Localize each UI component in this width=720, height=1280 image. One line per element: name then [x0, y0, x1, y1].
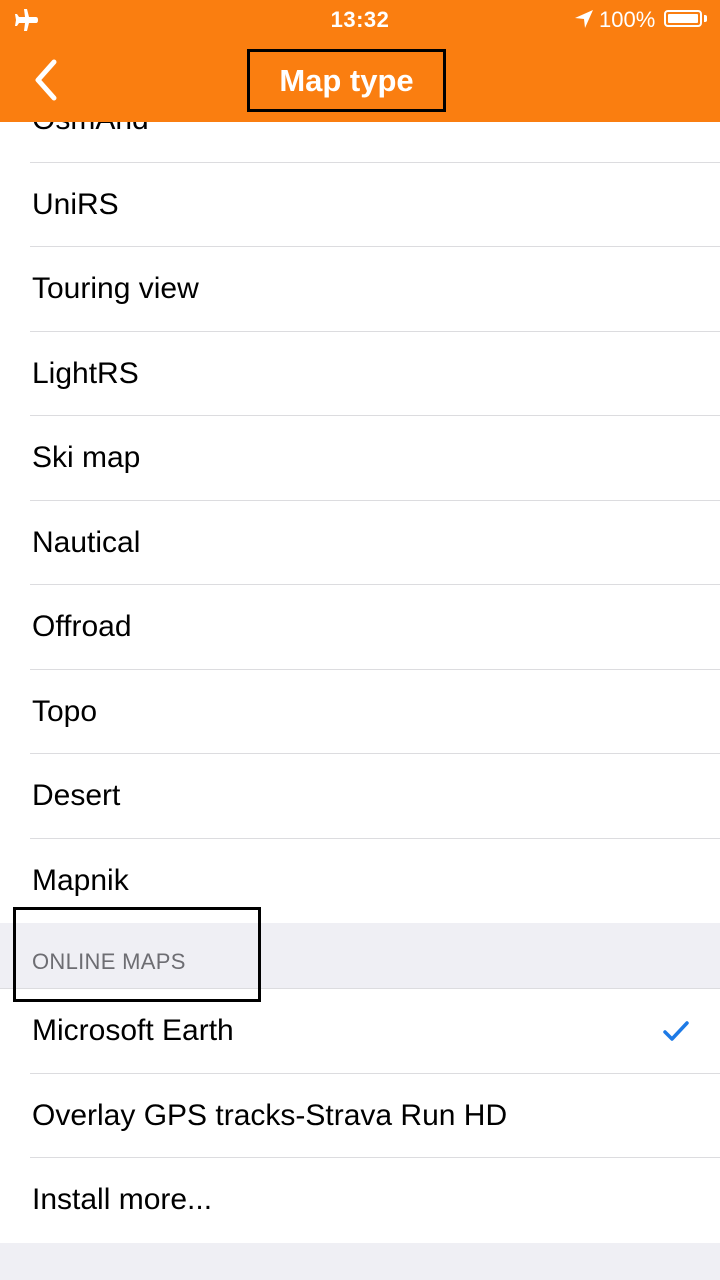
app-header: 13:32 100% Map type	[0, 0, 720, 122]
list-item[interactable]: Ski map	[0, 416, 720, 501]
title-highlight-box: Map type	[247, 49, 446, 112]
battery-icon	[664, 10, 702, 27]
list-item[interactable]: Touring view	[0, 247, 720, 332]
navigation-bar: Map type	[0, 40, 720, 122]
list-item-label: Install more...	[32, 1183, 213, 1216]
back-chevron-icon	[35, 59, 57, 101]
list-item-label: Ski map	[32, 441, 141, 474]
page-title: Map type	[279, 62, 414, 98]
status-bar: 13:32 100%	[0, 0, 720, 40]
battery-percentage: 100%	[599, 7, 656, 32]
list-item-label: Touring view	[32, 272, 199, 305]
list-item[interactable]: Desert	[0, 754, 720, 839]
back-button[interactable]	[20, 52, 80, 108]
checkmark-icon	[663, 1021, 689, 1041]
battery-cap	[704, 15, 707, 22]
list-item-label: UniRS	[32, 187, 119, 221]
list-item[interactable]: UniRS	[0, 162, 720, 247]
list-item[interactable]: Overlay GPS tracks-Strava Run HD	[0, 1073, 720, 1158]
location-arrow-icon	[575, 10, 593, 28]
list-item[interactable]: LightRS	[0, 331, 720, 416]
list-item-label: Offroad	[32, 610, 132, 643]
list-item[interactable]: Nautical	[0, 500, 720, 585]
list-item[interactable]: Topo	[0, 669, 720, 754]
list-item-label: LightRS	[32, 356, 139, 390]
map-type-list: OsmAnd UniRS Touring view LightRS Ski ma…	[0, 78, 720, 1243]
list-item-label: Topo	[32, 694, 98, 728]
section-highlight-box	[13, 907, 261, 1002]
list-item-label: Nautical	[32, 525, 141, 559]
install-more-item[interactable]: Install more...	[0, 1158, 720, 1243]
list-item-label: Overlay GPS tracks-Strava Run HD	[32, 1098, 508, 1132]
list-item[interactable]: Offroad	[0, 585, 720, 670]
list-item-label: Desert	[32, 779, 121, 812]
